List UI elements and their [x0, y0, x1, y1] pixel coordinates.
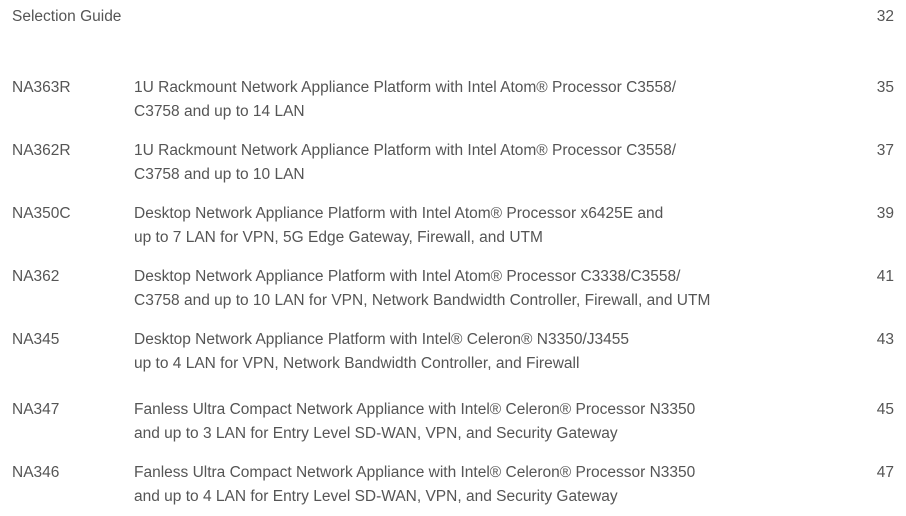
model-name: NA350C: [12, 205, 71, 222]
entry-description: 1U Rackmount Network Appliance Platform …: [134, 76, 854, 124]
description-line-1: Desktop Network Appliance Platform with …: [134, 268, 681, 285]
description-line-2: C3758 and up to 14 LAN: [134, 103, 305, 120]
page-number: 37: [876, 142, 894, 159]
model-name: NA363R: [12, 79, 71, 96]
selection-guide-title: Selection Guide: [12, 8, 122, 25]
page-number: 45: [876, 401, 894, 418]
toc-entry: NA345 Desktop Network Appliance Platform…: [0, 328, 906, 378]
description-line-2: up to 7 LAN for VPN, 5G Edge Gateway, Fi…: [134, 229, 543, 246]
toc-entry: NA350C Desktop Network Appliance Platfor…: [0, 202, 906, 252]
description-line-1: Fanless Ultra Compact Network Appliance …: [134, 401, 696, 418]
model-name: NA346: [12, 464, 60, 481]
page-number: 47: [876, 464, 894, 481]
description-line-1: 1U Rackmount Network Appliance Platform …: [134, 79, 677, 96]
toc-entry: NA362 Desktop Network Appliance Platform…: [0, 265, 906, 315]
model-name: NA362: [12, 268, 60, 285]
entry-description: Desktop Network Appliance Platform with …: [134, 265, 854, 313]
page-number: 39: [876, 205, 894, 222]
model-name: NA345: [12, 331, 60, 348]
description-line-1: Desktop Network Appliance Platform with …: [134, 205, 664, 222]
entry-description: Desktop Network Appliance Platform with …: [134, 202, 854, 250]
description-line-2: C3758 and up to 10 LAN for VPN, Network …: [134, 292, 711, 309]
model-name: NA362R: [12, 142, 71, 159]
entry-description: Fanless Ultra Compact Network Appliance …: [134, 461, 854, 509]
description-line-2: and up to 4 LAN for Entry Level SD-WAN, …: [134, 488, 618, 505]
entry-description: Fanless Ultra Compact Network Appliance …: [134, 398, 854, 446]
toc-page: { "selection_guide": { "title": "Selecti…: [0, 0, 906, 516]
model-name: NA347: [12, 401, 60, 418]
toc-entry: NA362R 1U Rackmount Network Appliance Pl…: [0, 139, 906, 189]
description-line-1: Desktop Network Appliance Platform with …: [134, 331, 629, 348]
description-line-2: C3758 and up to 10 LAN: [134, 166, 305, 183]
page-number: 41: [876, 268, 894, 285]
description-line-2: and up to 3 LAN for Entry Level SD-WAN, …: [134, 425, 618, 442]
toc-entry: NA347 Fanless Ultra Compact Network Appl…: [0, 398, 906, 448]
toc-entry: NA346 Fanless Ultra Compact Network Appl…: [0, 461, 906, 511]
selection-guide-page: 32: [876, 8, 894, 25]
page-number: 35: [876, 79, 894, 96]
entry-description: 1U Rackmount Network Appliance Platform …: [134, 139, 854, 187]
description-line-2: up to 4 LAN for VPN, Network Bandwidth C…: [134, 355, 580, 372]
description-line-1: 1U Rackmount Network Appliance Platform …: [134, 142, 677, 159]
description-line-1: Fanless Ultra Compact Network Appliance …: [134, 464, 696, 481]
page-number: 43: [876, 331, 894, 348]
entry-description: Desktop Network Appliance Platform with …: [134, 328, 854, 376]
toc-entry: NA363R 1U Rackmount Network Appliance Pl…: [0, 76, 906, 126]
